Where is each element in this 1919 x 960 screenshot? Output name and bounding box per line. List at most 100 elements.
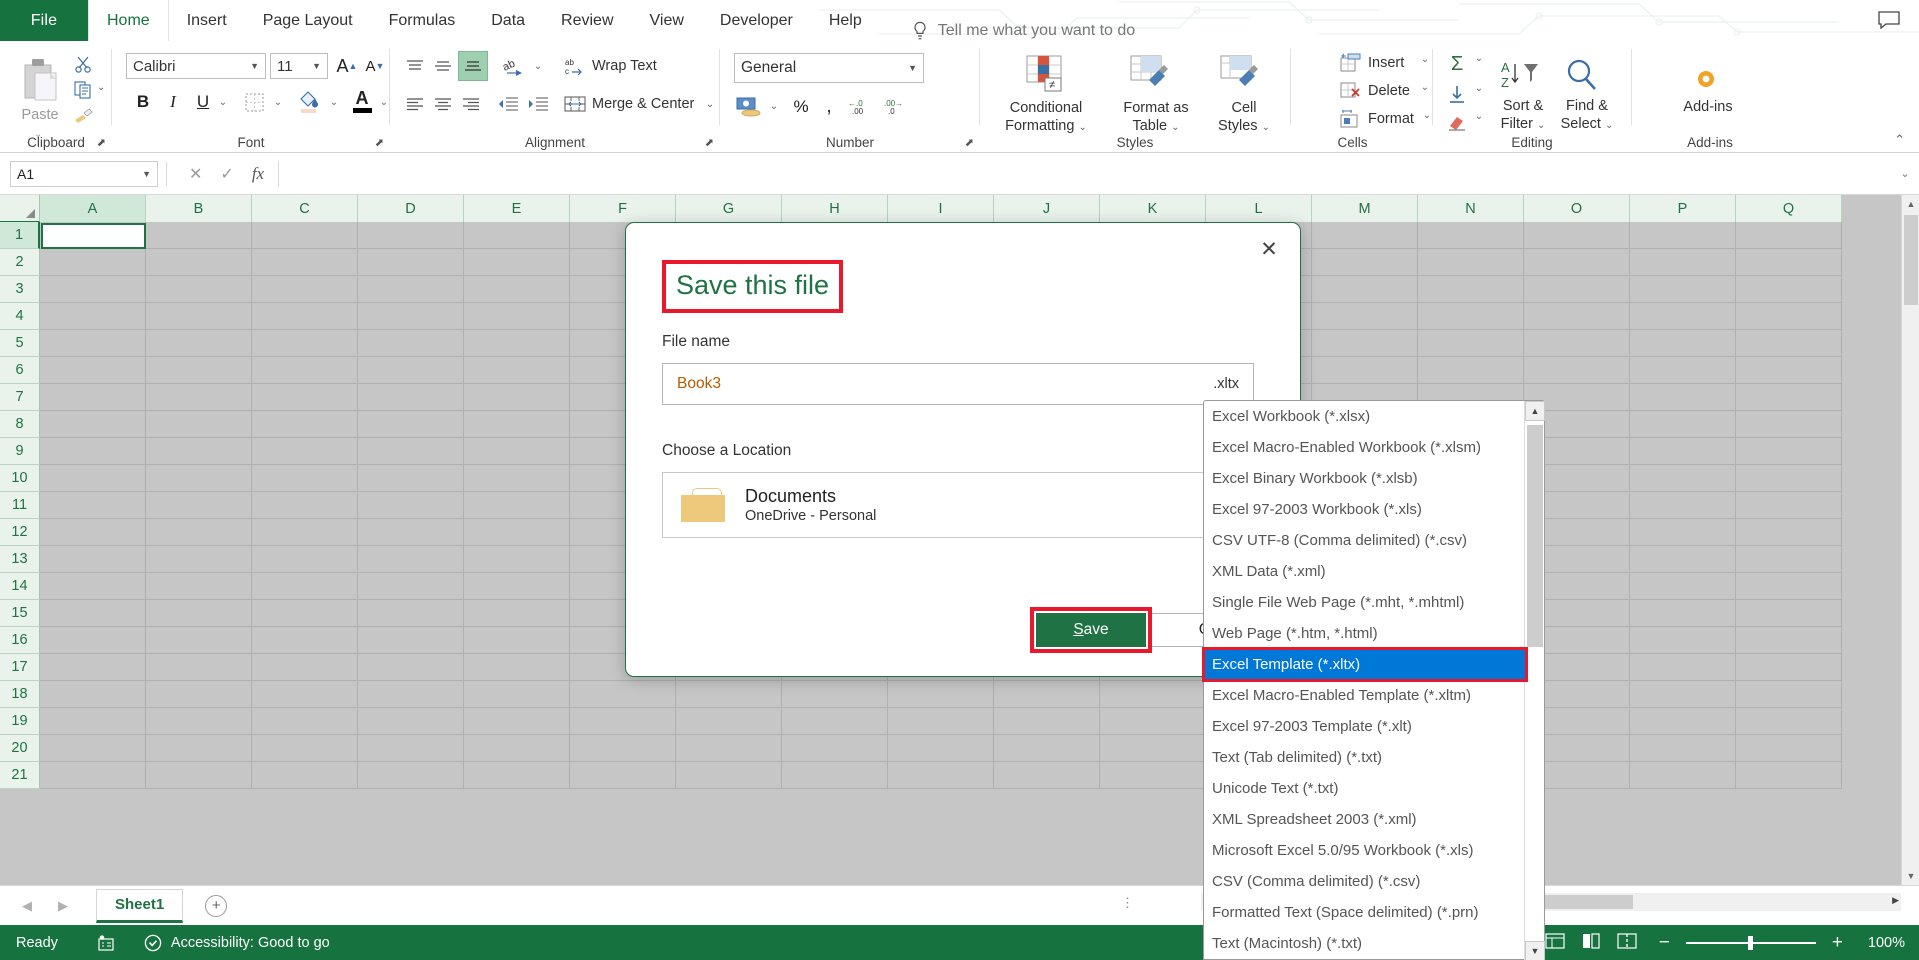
grid-cell[interactable] (1418, 303, 1524, 330)
grid-cell[interactable] (358, 762, 464, 789)
align-top-icon[interactable] (402, 53, 428, 79)
bold-button[interactable]: B (130, 89, 156, 115)
grid-cell[interactable] (146, 654, 252, 681)
row-header[interactable]: 9 (0, 438, 40, 465)
fill-chevron-down-icon[interactable]: ⌄ (1472, 83, 1486, 94)
grid-cell[interactable] (252, 654, 358, 681)
grid-cell[interactable] (1736, 762, 1842, 789)
grid-cell[interactable] (146, 249, 252, 276)
grid-cell[interactable] (1736, 357, 1842, 384)
select-all-corner[interactable] (0, 195, 40, 222)
grid-cell[interactable] (782, 735, 888, 762)
underline-chevron-down-icon[interactable]: ⌄ (215, 91, 231, 113)
grid-cell[interactable] (1736, 222, 1842, 249)
grid-cell[interactable] (146, 411, 252, 438)
orientation-chevron-down-icon[interactable]: ⌄ (530, 55, 546, 77)
grid-cell[interactable] (252, 222, 358, 249)
column-header[interactable]: A (40, 195, 146, 222)
grid-cell[interactable] (1736, 249, 1842, 276)
insert-cells-icon[interactable] (1338, 51, 1364, 75)
dropdown-scrollbar[interactable]: ▲ ▼ (1524, 401, 1545, 960)
column-header[interactable]: Q (1736, 195, 1842, 222)
sheet-tab-sheet1[interactable]: Sheet1 (96, 888, 184, 923)
zoom-slider-knob[interactable] (1747, 935, 1753, 950)
column-header[interactable]: E (464, 195, 570, 222)
grid-cell[interactable] (40, 330, 146, 357)
percent-style-button[interactable]: % (788, 93, 814, 121)
grid-cell[interactable] (146, 762, 252, 789)
column-header[interactable]: P (1630, 195, 1736, 222)
scroll-down-icon[interactable]: ▼ (1525, 941, 1545, 960)
sort-filter-button[interactable]: Sort & Filter ⌄ (1492, 97, 1554, 135)
row-header[interactable]: 13 (0, 546, 40, 573)
format-cells-button[interactable]: Format (1368, 111, 1414, 127)
align-middle-icon[interactable] (430, 53, 456, 79)
grid-cell[interactable] (1736, 519, 1842, 546)
alignment-dialog-launcher[interactable]: ⬈ (705, 136, 714, 149)
comment-icon[interactable] (1877, 10, 1901, 30)
grid-cell[interactable] (1736, 384, 1842, 411)
grid-cell[interactable] (676, 735, 782, 762)
file-type-option-selected[interactable]: Excel Template (*.xltx) (1202, 647, 1528, 682)
grid-cell[interactable] (146, 735, 252, 762)
scissors-icon[interactable] (72, 53, 94, 75)
merge-center-icon[interactable] (562, 91, 588, 117)
grid-cell[interactable] (1630, 546, 1736, 573)
grid-cell[interactable] (358, 330, 464, 357)
delete-cells-button[interactable]: Delete (1368, 83, 1410, 99)
grid-cell[interactable] (358, 222, 464, 249)
grid-cell[interactable] (146, 519, 252, 546)
grid-cell[interactable] (1736, 411, 1842, 438)
grid-cell[interactable] (252, 330, 358, 357)
insert-chevron-down-icon[interactable]: ⌄ (1418, 54, 1432, 65)
grid-cell[interactable] (1736, 627, 1842, 654)
accounting-format-icon[interactable] (734, 93, 764, 121)
grid-cell[interactable] (464, 654, 570, 681)
grid-cell[interactable] (1630, 654, 1736, 681)
zoom-out-button[interactable]: − (1659, 932, 1670, 954)
grid-cell[interactable] (252, 735, 358, 762)
find-select-button[interactable]: Find & Select ⌄ (1556, 97, 1618, 135)
tell-me-search[interactable]: Tell me what you want to do (912, 21, 1135, 41)
grid-cell[interactable] (464, 465, 570, 492)
align-right-icon[interactable] (458, 91, 484, 117)
grid-cell[interactable] (146, 330, 252, 357)
grid-cell[interactable] (1630, 303, 1736, 330)
column-header[interactable]: K (1100, 195, 1206, 222)
decrease-font-size-button[interactable]: A ▼ (362, 53, 388, 79)
file-type-option[interactable]: XML Spreadsheet 2003 (*.xml) (1204, 804, 1526, 835)
grid-cell[interactable] (570, 681, 676, 708)
tab-help[interactable]: Help (811, 0, 880, 41)
grid-cell[interactable] (464, 546, 570, 573)
grid-cell[interactable] (994, 762, 1100, 789)
wrap-text-button-label[interactable]: Wrap Text (592, 58, 657, 74)
grid-cell[interactable] (1630, 330, 1736, 357)
font-dialog-launcher[interactable]: ⬈ (375, 136, 384, 149)
grid-cell[interactable] (40, 708, 146, 735)
tab-data[interactable]: Data (473, 0, 543, 41)
font-family-select[interactable]: Calibri ▼ (126, 53, 266, 79)
grid-cell[interactable] (1736, 735, 1842, 762)
fill-down-icon[interactable] (1442, 81, 1472, 107)
clear-chevron-down-icon[interactable]: ⌄ (1472, 111, 1486, 122)
grid-cell[interactable] (40, 357, 146, 384)
close-icon[interactable]: ✕ (1255, 235, 1283, 263)
grid-cell[interactable] (1736, 546, 1842, 573)
grid-cell[interactable] (1736, 573, 1842, 600)
grid-cell[interactable] (40, 519, 146, 546)
grid-cell[interactable] (1312, 357, 1418, 384)
grid-cell[interactable] (1736, 303, 1842, 330)
grid-cell[interactable] (146, 465, 252, 492)
row-header[interactable]: 17 (0, 654, 40, 681)
grid-cell[interactable] (1630, 465, 1736, 492)
save-button[interactable]: Save (1036, 613, 1146, 647)
column-header[interactable]: G (676, 195, 782, 222)
grid-cell[interactable] (888, 762, 994, 789)
grid-cell[interactable] (358, 384, 464, 411)
sort-filter-icon[interactable]: AZ (1498, 55, 1542, 95)
grid-cell[interactable] (146, 222, 252, 249)
grid-cell[interactable] (1524, 357, 1630, 384)
accessibility-status[interactable]: Accessibility: Good to go (144, 934, 330, 952)
file-type-option[interactable]: Excel Macro-Enabled Workbook (*.xlsm) (1204, 432, 1526, 463)
grid-cell[interactable] (1524, 330, 1630, 357)
